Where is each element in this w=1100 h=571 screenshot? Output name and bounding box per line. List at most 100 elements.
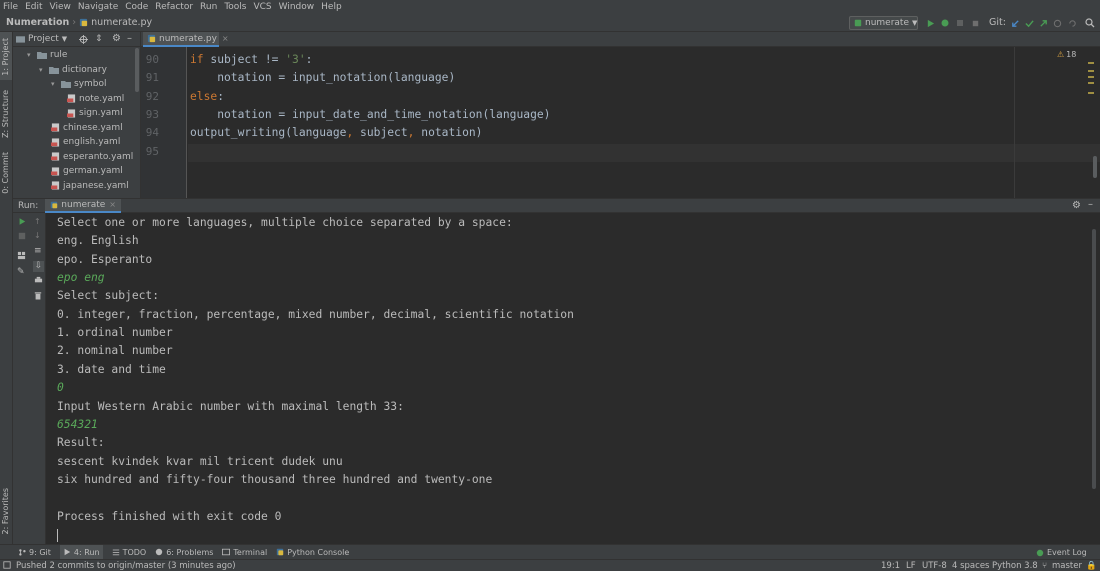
python-file-icon <box>147 34 156 43</box>
minimize-icon[interactable]: – <box>1088 199 1093 210</box>
project-scrollbar[interactable] <box>135 48 139 92</box>
line-number: 95 <box>145 144 159 158</box>
status-message[interactable]: Pushed 2 commits to origin/master (3 min… <box>16 561 236 571</box>
rollback-icon[interactable] <box>1066 17 1078 29</box>
bottom-tool-tabs: 9: Git 4: Run TODO 6: Problems Terminal … <box>0 544 1100 559</box>
editor-area: numerate.py × 90 91 92 93 94 95 if subject !=… <box>141 32 1100 198</box>
tree-folder[interactable]: ▾ dictionary <box>39 63 107 78</box>
tree-file[interactable]: chinese.yaml <box>51 121 123 136</box>
git-branch[interactable]: master <box>1052 561 1082 571</box>
run-icon[interactable] <box>924 17 936 29</box>
tab-python-console[interactable]: Python Console <box>276 548 349 557</box>
gear-icon[interactable]: ⚙ <box>1072 200 1081 211</box>
run-tab-label: numerate <box>61 199 106 210</box>
tab-todo[interactable]: TODO <box>112 548 146 557</box>
error-stripe[interactable] <box>1088 54 1094 124</box>
tree-file[interactable]: english.yaml <box>51 135 120 150</box>
print-icon[interactable] <box>34 276 43 285</box>
scroll-down-icon[interactable]: ↓ <box>34 231 41 240</box>
code-line[interactable]: notation = input_date_and_time_notation(… <box>190 108 550 121</box>
code-line[interactable]: else: <box>190 90 224 103</box>
layout-icon[interactable] <box>3 561 11 569</box>
indent-setting[interactable]: 4 spaces <box>952 561 989 571</box>
rerun-icon[interactable] <box>18 217 26 226</box>
history-icon[interactable] <box>1051 17 1063 29</box>
run-tab-numerate[interactable]: numerate × <box>45 198 121 213</box>
menu-file[interactable]: File <box>3 2 18 12</box>
menu-navigate[interactable]: Navigate <box>78 2 118 12</box>
chevron-down-icon[interactable]: ▾ <box>27 51 35 59</box>
stop-icon[interactable] <box>18 232 26 240</box>
inspection-widget[interactable]: ⚠ 18 <box>1057 50 1076 59</box>
soft-wrap-icon[interactable]: ≡ <box>34 246 42 256</box>
run-console[interactable]: Select one or more languages, multiple c… <box>46 213 1100 544</box>
code-token: : <box>305 53 313 66</box>
menu-help[interactable]: Help <box>321 2 342 12</box>
menu-window[interactable]: Window <box>279 2 315 12</box>
tree-file[interactable]: note.yaml <box>67 92 124 107</box>
code-token: output_writing(language <box>190 126 347 140</box>
lock-icon[interactable]: 🔒 <box>1086 561 1097 571</box>
tree-folder[interactable]: ▾ symbol <box>51 77 107 92</box>
tab-run[interactable]: 4: Run <box>59 545 103 559</box>
pin-icon[interactable]: ✎ <box>17 267 25 277</box>
menu-refactor[interactable]: Refactor <box>155 2 193 12</box>
tab-numerate-py[interactable]: numerate.py × <box>143 32 229 47</box>
trash-icon[interactable] <box>34 291 42 300</box>
minimize-icon[interactable]: – <box>127 33 132 44</box>
menu-edit[interactable]: Edit <box>25 2 42 12</box>
code-line[interactable]: output_writing(language, subject, notati… <box>190 126 482 139</box>
expand-collapse-icon[interactable]: ⇕ <box>95 34 103 44</box>
chevron-down-icon[interactable]: ▾ <box>39 66 47 74</box>
tree-item-label: english.yaml <box>63 137 121 148</box>
tree-item-label: sign.yaml <box>79 108 123 119</box>
tab-problems[interactable]: 6: Problems <box>155 548 213 557</box>
menu-run[interactable]: Run <box>200 2 217 12</box>
menu-code[interactable]: Code <box>125 2 148 12</box>
breadcrumb-project[interactable]: Numeration <box>6 17 69 28</box>
chevron-down-icon[interactable]: ▾ <box>51 80 59 88</box>
run-configuration-select[interactable]: numerate ▼ <box>849 16 918 30</box>
close-icon[interactable]: × <box>222 34 229 43</box>
tree-folder[interactable]: ▾ rule <box>27 48 67 63</box>
search-icon[interactable] <box>1084 17 1096 29</box>
stop-icon[interactable] <box>969 17 981 29</box>
project-view-label[interactable]: Project <box>28 34 59 44</box>
editor-scrollbar[interactable] <box>1093 156 1097 178</box>
layout-icon[interactable] <box>17 251 26 260</box>
breadcrumb-file[interactable]: numerate.py <box>91 17 152 28</box>
tree-file[interactable]: german.yaml <box>51 164 123 179</box>
menu-vcs[interactable]: VCS <box>253 2 271 12</box>
line-separator[interactable]: LF <box>906 561 916 571</box>
chevron-down-icon[interactable]: ▼ <box>62 35 67 43</box>
code-line[interactable]: if subject != '3': <box>190 53 312 66</box>
console-scrollbar[interactable] <box>1092 229 1096 489</box>
favorites-tool-button[interactable]: 2: Favorites <box>1 488 10 534</box>
close-icon[interactable]: × <box>109 200 116 209</box>
scroll-up-icon[interactable]: ↑ <box>34 217 41 226</box>
code-line[interactable]: notation = input_notation(language) <box>190 71 455 84</box>
scroll-to-end-icon[interactable]: ⇩ <box>33 261 44 272</box>
tab-terminal[interactable]: Terminal <box>222 548 267 557</box>
warnings-count: 18 <box>1066 50 1077 59</box>
tree-file[interactable]: esperanto.yaml <box>51 150 133 165</box>
project-tool-button[interactable]: 1: Project <box>1 38 10 76</box>
structure-tool-button[interactable]: Z: Structure <box>1 90 10 138</box>
event-log-button[interactable]: Event Log <box>1036 548 1087 557</box>
tab-git[interactable]: 9: Git <box>18 548 51 557</box>
menu-tools[interactable]: Tools <box>224 2 246 12</box>
tree-file[interactable]: sign.yaml <box>67 106 123 121</box>
commit-icon[interactable] <box>1023 17 1035 29</box>
menu-view[interactable]: View <box>50 2 71 12</box>
tree-file[interactable]: japanese.yaml <box>51 179 129 194</box>
coverage-icon[interactable] <box>954 17 966 29</box>
commit-tool-button[interactable]: 0: Commit <box>1 152 10 194</box>
update-project-icon[interactable] <box>1009 17 1021 29</box>
locate-icon[interactable] <box>79 35 88 44</box>
debug-icon[interactable] <box>939 17 951 29</box>
gear-icon[interactable]: ⚙ <box>112 33 121 44</box>
file-encoding[interactable]: UTF-8 <box>922 561 947 571</box>
push-icon[interactable] <box>1037 17 1049 29</box>
caret-position[interactable]: 19:1 <box>881 561 900 571</box>
python-interpreter[interactable]: Python 3.8 <box>992 561 1038 571</box>
